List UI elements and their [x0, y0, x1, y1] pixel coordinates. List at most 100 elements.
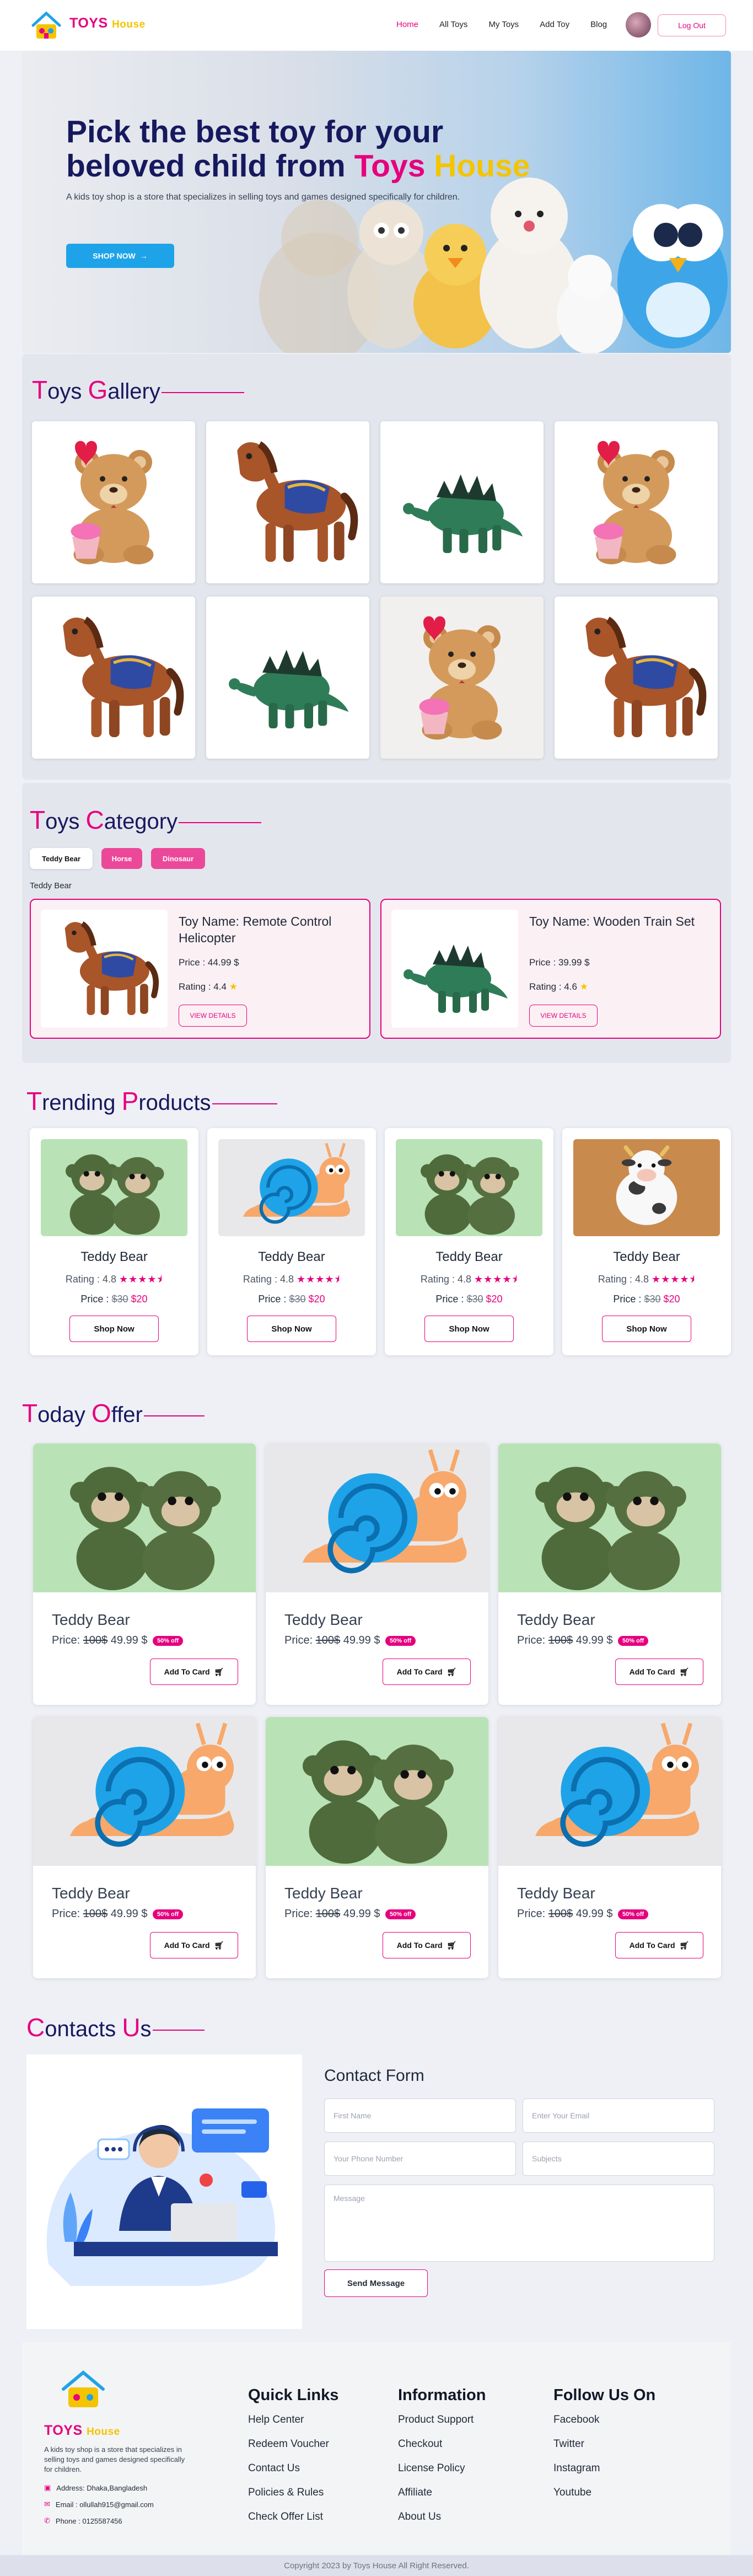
nav-link-add-toy[interactable]: Add Toy — [540, 20, 569, 29]
social-link-instagram[interactable]: Instagram — [553, 2462, 600, 2475]
add-to-cart-button[interactable]: Add To Card 🛒︎ — [615, 1659, 703, 1685]
footer-link[interactable]: Check Offer List — [248, 2511, 323, 2523]
gallery-tile-horse[interactable] — [32, 597, 195, 759]
plush-monkeys-image — [41, 1139, 187, 1236]
footer-brand: TOYS House — [44, 2423, 120, 2439]
trending-title-part1: rending — [42, 1091, 122, 1115]
price-label: Price: — [517, 1634, 546, 1646]
price-label: Price: — [52, 1634, 80, 1646]
toy-rating: Rating : 4.6 ★ — [529, 981, 588, 992]
social-link-facebook[interactable]: Facebook — [553, 2414, 599, 2426]
cow-toy-image — [573, 1139, 720, 1236]
add-to-cart-button[interactable]: Add To Card 🛒︎ — [150, 1932, 238, 1958]
send-message-button[interactable]: Send Message — [324, 2269, 428, 2297]
footer-phone-text: Phone : 0125587456 — [55, 2516, 122, 2525]
contact-title-letter1: C — [26, 2013, 45, 2042]
add-to-cart-button[interactable]: Add To Card 🛒︎ — [383, 1659, 471, 1685]
view-details-button[interactable]: VIEW DETAILS — [529, 1005, 598, 1027]
offer-card: Teddy Bear Price: 100$ 49.99 $ 50% off Add… — [33, 1717, 256, 1978]
teddy-bear-image — [393, 609, 531, 747]
gallery-title-letter2: G — [88, 375, 108, 404]
old-price: 100$ — [548, 1908, 573, 1920]
add-to-cart-button[interactable]: Add To Card 🛒︎ — [615, 1932, 703, 1958]
new-price: $20 — [131, 1294, 148, 1305]
category-title-part2: ategory — [104, 809, 178, 834]
shop-now-button[interactable]: Shop Now — [247, 1316, 336, 1342]
social-link-twitter[interactable]: Twitter — [553, 2438, 584, 2450]
price-label: Price: — [284, 1634, 313, 1646]
cart-icon: 🛒︎ — [447, 1667, 457, 1676]
view-details-button[interactable]: VIEW DETAILS — [179, 1005, 247, 1027]
nav-link-my-toys[interactable]: My Toys — [488, 20, 519, 29]
hero-description: A kids toy shop is a store that speciali… — [66, 192, 460, 202]
footer-link[interactable]: Product Support — [398, 2414, 474, 2426]
nav-link-home[interactable]: Home — [396, 20, 418, 29]
product-image — [396, 1139, 542, 1236]
gallery-tile-teddy-bear[interactable] — [555, 421, 718, 583]
footer-link[interactable]: License Policy — [398, 2462, 465, 2475]
category-card-image — [391, 910, 518, 1028]
footer-link[interactable]: Affiliate — [398, 2487, 432, 2499]
add-to-cart-button[interactable]: Add To Card 🛒︎ — [150, 1659, 238, 1685]
gallery-tile-horse[interactable] — [555, 597, 718, 759]
hero-title: Pick the best toy for your beloved child… — [66, 115, 562, 183]
offer-card: Teddy Bear Price: 100$ 49.99 $ 50% off Add… — [266, 1443, 488, 1705]
tab-dinosaur[interactable]: Dinosaur — [151, 848, 205, 869]
shop-now-button[interactable]: SHOP NOW → — [66, 244, 174, 268]
shop-now-button[interactable]: Shop Now — [69, 1316, 159, 1342]
message-field[interactable]: Message — [324, 2185, 714, 2262]
gallery-tile-teddy-bear[interactable] — [32, 421, 195, 583]
product-rating-label: Rating : 4.8 — [598, 1274, 649, 1285]
new-price: 49.99 $ — [343, 1634, 380, 1646]
mail-icon: ✉ — [44, 2500, 50, 2508]
shop-now-button[interactable]: Shop Now — [424, 1316, 514, 1342]
footer-link[interactable]: Help Center — [248, 2414, 304, 2426]
email-field[interactable]: Enter Your Email — [523, 2099, 714, 2133]
gallery-tile-dinosaur[interactable] — [206, 597, 369, 759]
title-underline — [161, 392, 244, 394]
nav-link-all-toys[interactable]: All Toys — [439, 20, 467, 29]
first-name-field[interactable]: First Name — [324, 2099, 516, 2133]
subjects-field[interactable]: Subjects — [523, 2142, 714, 2176]
tab-teddy-bear[interactable]: Teddy Bear — [30, 848, 93, 869]
add-to-cart-button[interactable]: Add To Card 🛒︎ — [383, 1932, 471, 1958]
footer-link[interactable]: Policies & Rules — [248, 2487, 324, 2499]
gallery-tile-dinosaur[interactable] — [380, 421, 544, 583]
nav-link-blog[interactable]: Blog — [590, 20, 607, 29]
user-avatar[interactable] — [626, 12, 651, 37]
tab-horse[interactable]: Horse — [101, 848, 142, 869]
gallery-tile-horse[interactable] — [206, 421, 369, 583]
product-name: Teddy Bear — [258, 1249, 325, 1264]
footer-link[interactable]: About Us — [398, 2511, 441, 2523]
footer-link[interactable]: Redeem Voucher — [248, 2438, 329, 2450]
logout-button[interactable]: Log Out — [658, 14, 726, 36]
location-icon: ▣ — [44, 2483, 51, 2492]
site-logo[interactable] — [30, 9, 63, 42]
star-rating-icon: ★★★★⯨ — [651, 1274, 696, 1285]
brand-name: TOYS House — [69, 15, 146, 31]
gallery-tile-teddy-bear[interactable] — [380, 597, 544, 759]
plush-monkeys-image — [33, 1443, 256, 1592]
offer-image — [266, 1717, 488, 1866]
category-card: Toy Name: Remote Control Helicopter Pric… — [30, 899, 370, 1039]
footer-link[interactable]: Checkout — [398, 2438, 442, 2450]
category-title-part1: oys — [45, 809, 86, 834]
support-agent-illustration — [46, 2108, 278, 2286]
phone-field[interactable]: Your Phone Number — [324, 2142, 516, 2176]
footer-brand-first: TOYS — [44, 2423, 83, 2438]
price-label: Price : — [613, 1294, 642, 1305]
offer-title-letter1: T — [22, 1399, 38, 1427]
product-price: Price : $30 $20 — [385, 1294, 553, 1305]
category-title: Toys Category — [30, 805, 262, 835]
footer-link[interactable]: Contact Us — [248, 2462, 300, 2475]
social-link-youtube[interactable]: Youtube — [553, 2487, 591, 2499]
title-underline — [212, 1103, 277, 1105]
toy-rating: Rating : 4.4 ★ — [179, 981, 238, 992]
product-rating: Rating : 4.8 ★★★★⯨ — [385, 1273, 553, 1289]
information-title: Information — [398, 2386, 486, 2404]
dinosaur-image — [399, 439, 525, 566]
old-price: $30 — [289, 1294, 306, 1305]
new-price: 49.99 $ — [110, 1634, 148, 1646]
shop-now-button[interactable]: Shop Now — [602, 1316, 691, 1342]
contact-illustration-panel — [26, 2054, 302, 2329]
